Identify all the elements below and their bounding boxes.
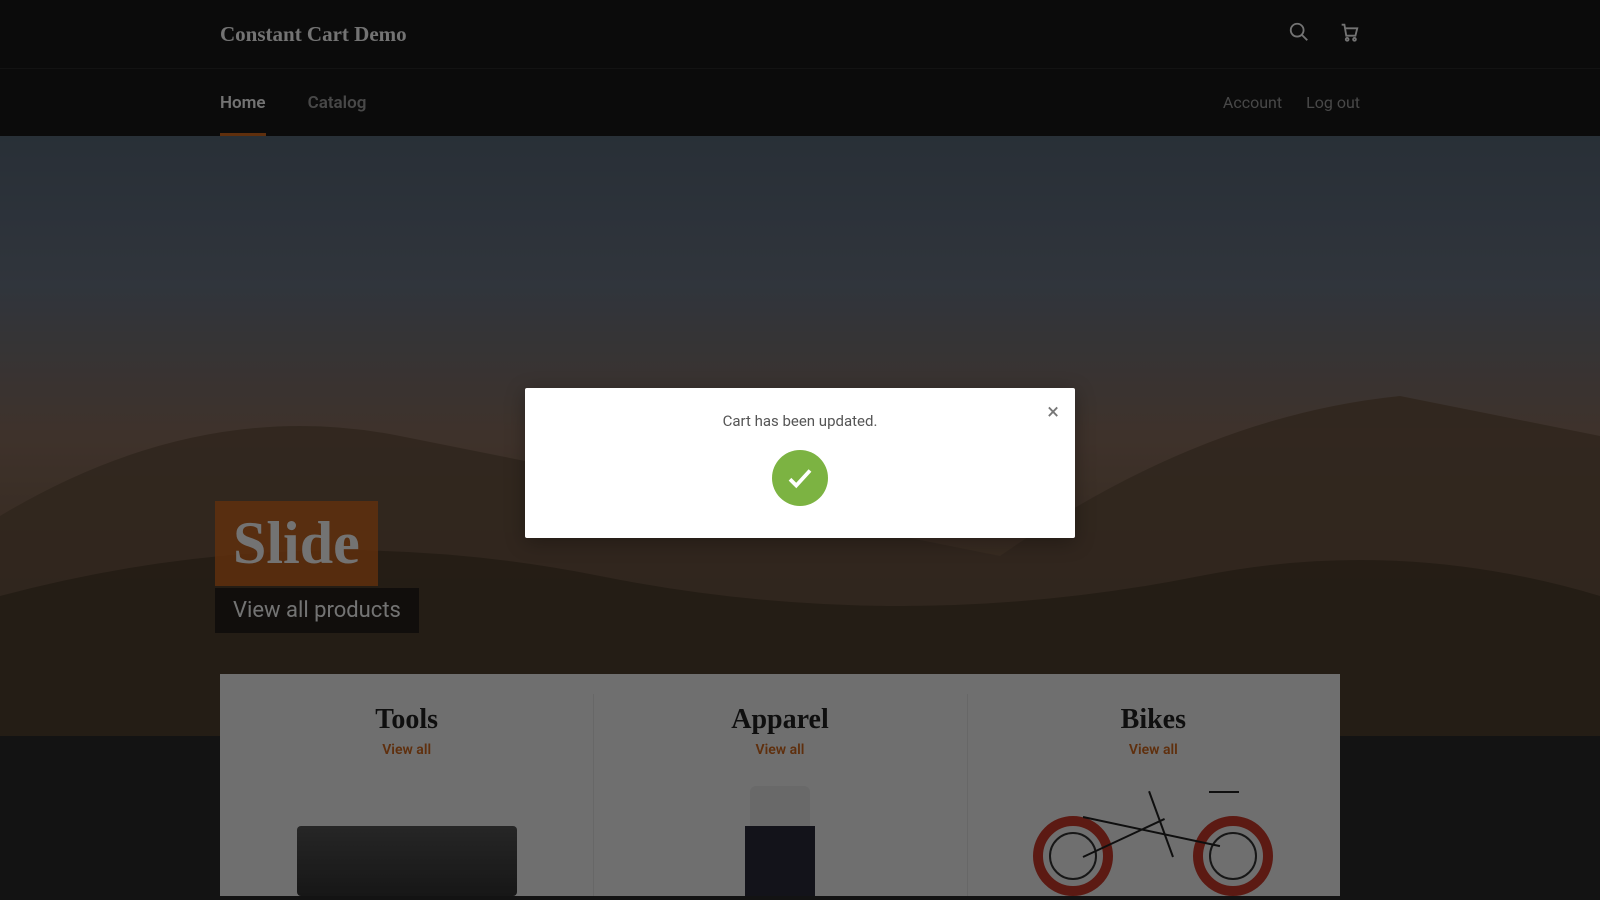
success-check-icon [772, 450, 828, 506]
page-root: Constant Cart Demo Home Catalog Account … [0, 0, 1600, 900]
cart-updated-modal: × Cart has been updated. [525, 388, 1075, 538]
close-icon[interactable]: × [1047, 402, 1059, 424]
modal-message: Cart has been updated. [545, 412, 1055, 430]
